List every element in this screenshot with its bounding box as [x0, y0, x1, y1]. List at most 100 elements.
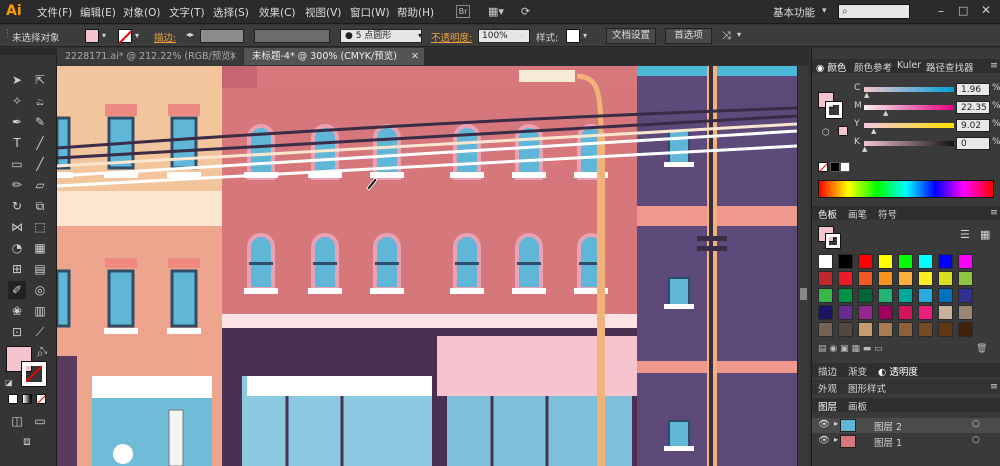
color-swatch[interactable] [918, 254, 933, 269]
menu-type[interactable]: 文字(T) [169, 5, 205, 20]
direct-selection-tool-icon[interactable]: ⇱ [31, 71, 49, 89]
eraser-tool-icon[interactable]: ▱ [31, 176, 49, 194]
color-stroke-box[interactable] [825, 101, 843, 119]
swatch-library-icon[interactable]: ▤ ◉ ▣ ▦ ▬ ▭ [818, 344, 883, 354]
stroke-color-box[interactable] [21, 361, 47, 387]
lasso-tool-icon[interactable]: ಎ [31, 92, 49, 110]
tab-graphic-styles[interactable]: 图形样式 [848, 381, 886, 395]
perspective-grid-tool-icon[interactable]: ▦ [31, 239, 49, 257]
color-swatch[interactable] [898, 271, 913, 286]
pencil-tool-icon[interactable]: ✏ [8, 176, 26, 194]
menu-effect[interactable]: 效果(C) [259, 5, 296, 20]
tab-kuler[interactable]: Kuler [897, 60, 921, 71]
line-tool-icon[interactable]: ╱ [31, 134, 49, 152]
color-swatch[interactable] [838, 254, 853, 269]
swatch-stroke-box[interactable] [825, 233, 841, 249]
color-swatch[interactable] [958, 271, 973, 286]
tab-document-1[interactable]: 2228171.ai* @ 212.22% (RGB/预览) ✕ [57, 48, 243, 65]
tab-transparency[interactable]: ◐ 透明度 [878, 364, 918, 378]
color-swatch[interactable] [838, 271, 853, 286]
gradient-mode-icon[interactable] [22, 394, 32, 404]
cyan-slider[interactable] [864, 87, 954, 92]
panel-menu-icon[interactable]: ≡ [990, 60, 998, 71]
column-graph-tool-icon[interactable]: ▥ [31, 302, 49, 320]
color-swatch[interactable] [958, 288, 973, 303]
minimize-icon[interactable]: – [938, 4, 944, 18]
color-swatch[interactable] [938, 271, 953, 286]
change-screen-mode-icon[interactable]: ⧈ [18, 432, 36, 450]
color-swatch[interactable] [858, 322, 873, 337]
tab-pathfinder[interactable]: 路径查找器 [926, 60, 974, 74]
color-swatch[interactable] [898, 288, 913, 303]
stroke-swatch[interactable] [118, 29, 133, 44]
menu-help[interactable]: 帮助(H) [397, 5, 434, 20]
slider-thumb-icon[interactable]: ▲ [871, 127, 876, 135]
color-swatch[interactable] [938, 305, 953, 320]
paintbrush-tool-icon[interactable]: ╱ [31, 155, 49, 173]
eyedropper-tool-icon[interactable]: ✐ [8, 281, 26, 299]
pen-tool-icon[interactable]: ✒ [8, 113, 26, 131]
chevron-down-icon[interactable]: ▾ [737, 30, 741, 39]
style-dropdown-icon[interactable]: ▾ [583, 31, 587, 40]
color-swatch[interactable] [918, 288, 933, 303]
color-spectrum-bar[interactable] [818, 180, 994, 198]
tab-stroke[interactable]: 描边 [818, 364, 837, 378]
color-mode-icon[interactable] [8, 394, 18, 404]
arrange-documents-icon[interactable]: ▦▾ [488, 5, 512, 18]
target-icon[interactable]: ○ [972, 435, 980, 445]
mesh-tool-icon[interactable]: ⊞ [8, 260, 26, 278]
fill-swatch[interactable] [85, 29, 99, 43]
color-swatch[interactable] [958, 305, 973, 320]
color-swatch[interactable] [918, 305, 933, 320]
shape-builder-tool-icon[interactable]: ◔ [8, 239, 26, 257]
tab-brushes[interactable]: 画笔 [848, 207, 867, 221]
gamut-swatch[interactable] [838, 126, 848, 136]
vertical-scrollbar[interactable] [797, 66, 809, 466]
width-tool-icon[interactable]: ⋈ [8, 218, 26, 236]
blend-tool-icon[interactable]: ◎ [31, 281, 49, 299]
color-swatch[interactable] [938, 322, 953, 337]
slider-thumb-icon[interactable]: ▲ [883, 109, 888, 117]
color-swatch[interactable] [878, 271, 893, 286]
color-swatch[interactable] [878, 305, 893, 320]
color-swatch[interactable] [938, 288, 953, 303]
white-color-icon[interactable] [840, 162, 850, 172]
gpu-icon[interactable]: ⟳ [521, 5, 537, 18]
rotate-tool-icon[interactable]: ↻ [8, 197, 26, 215]
magenta-value-field[interactable]: 22.35 [956, 101, 990, 114]
color-swatch[interactable] [878, 254, 893, 269]
color-swatch[interactable] [878, 322, 893, 337]
menu-edit[interactable]: 编辑(E) [80, 5, 116, 20]
tab-layers[interactable]: 图层 [818, 399, 837, 413]
opacity-label[interactable]: 不透明度: [431, 30, 472, 44]
yellow-slider[interactable] [864, 123, 954, 128]
opacity-arrow-icon[interactable]: ▸ [521, 31, 525, 40]
preferences-button[interactable]: 首选项 [665, 28, 712, 44]
yellow-value-field[interactable]: 9.02 [956, 119, 990, 132]
color-swatch[interactable] [898, 305, 913, 320]
tab-color-guide[interactable]: 颜色参考 [854, 60, 892, 74]
stroke-weight-stepper[interactable]: ◂▸ [186, 30, 194, 39]
black-color-icon[interactable] [830, 162, 840, 172]
cyan-value-field[interactable]: 1.96 [956, 83, 990, 96]
draw-mode-icon[interactable]: ◫ [8, 412, 26, 430]
color-swatch[interactable] [858, 288, 873, 303]
panel-menu-icon[interactable]: ≡ [990, 381, 998, 392]
menu-select[interactable]: 选择(S) [213, 5, 249, 20]
color-swatch[interactable] [818, 322, 833, 337]
isolate-icon[interactable]: ⤨ [722, 29, 731, 43]
color-swatch[interactable] [818, 288, 833, 303]
color-swatch[interactable] [858, 254, 873, 269]
color-swatch[interactable] [898, 322, 913, 337]
color-swatch[interactable] [858, 305, 873, 320]
search-input[interactable]: ⌕ [838, 4, 910, 19]
menu-view[interactable]: 视图(V) [305, 5, 341, 20]
free-transform-tool-icon[interactable]: ⬚ [31, 218, 49, 236]
stroke-weight-field[interactable] [200, 29, 244, 43]
gradient-tool-icon[interactable]: ▤ [31, 260, 49, 278]
style-swatch[interactable] [566, 29, 580, 43]
color-swatch[interactable] [938, 254, 953, 269]
tab-color[interactable]: ◉ 颜色 [816, 60, 846, 74]
menu-object[interactable]: 对象(O) [123, 5, 160, 20]
layer-row[interactable]: 👁 ▸ 图层 2 ○ [812, 418, 1000, 433]
